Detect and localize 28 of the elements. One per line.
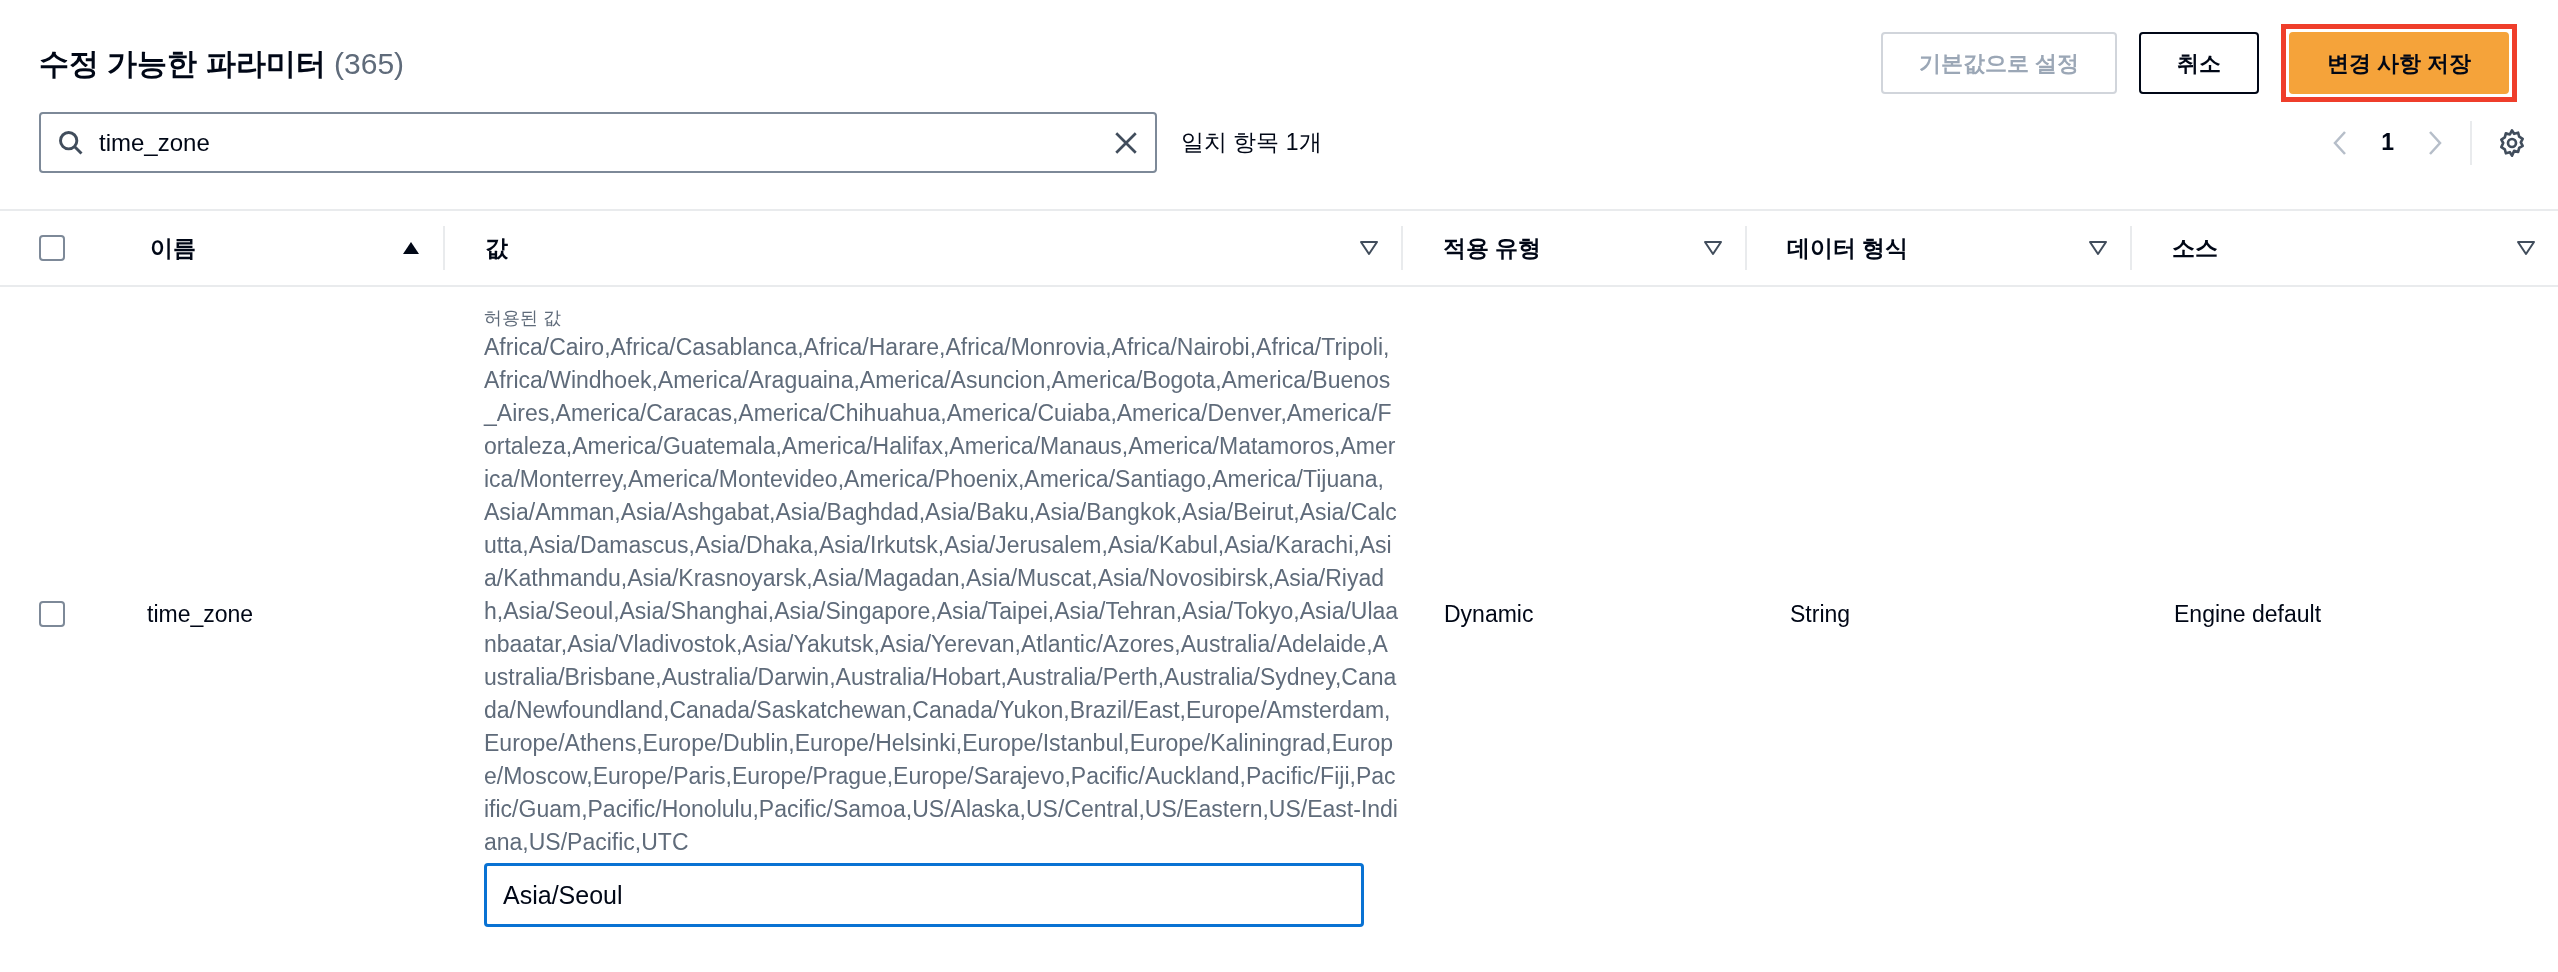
table-cell-text: Engine default xyxy=(2173,599,2323,629)
table-cell-text: Dynamic xyxy=(1443,599,1535,629)
column-header[interactable]: 이름 xyxy=(110,226,445,270)
sort-icon[interactable] xyxy=(2088,240,2108,256)
action-button[interactable]: 취소 xyxy=(2138,32,2259,94)
checkbox[interactable] xyxy=(39,601,65,627)
sort-icon[interactable] xyxy=(1703,240,1723,256)
allowed-values-label: 허용된 값 xyxy=(484,307,562,330)
column-header[interactable]: 소스 xyxy=(2132,226,2558,270)
search-input[interactable]: time_zone xyxy=(99,124,1099,161)
checkbox[interactable] xyxy=(39,235,65,261)
table-cell-text: String xyxy=(1789,599,1852,629)
parameter-count: (365) xyxy=(334,46,405,80)
search-field[interactable]: time_zone xyxy=(39,112,1157,173)
sort-icon[interactable] xyxy=(1359,240,1379,256)
action-button[interactable]: 변경 사항 저장 xyxy=(2288,32,2509,94)
sort-ascending-icon[interactable] xyxy=(401,240,421,256)
search-icon xyxy=(57,128,85,157)
table-cell-text: time_zone xyxy=(146,599,255,629)
page-number[interactable]: 1 xyxy=(2381,125,2394,160)
column-header[interactable]: 데이터 형식 xyxy=(1747,226,2132,270)
page-title: 수정 가능한 파라미터 (365) xyxy=(39,45,405,82)
allowed-values-text: Africa/Cairo,Africa/Casablanca,Africa/Harare,Africa/Monrovia,Africa/Nairobi,Africa/Tripoli,Africa/Windhoek,America/Araguaina,America/Asuncion,America/Bogota,America/Buenos_Aires,America/Caracas,America/Chihuahua,America/Cuiaba,America/Denver,America/Fortaleza,America/Guatemala,America/Halifax,America/Manaus,America/Matamoros,America/Monterrey,America/Montevideo,America/Phoenix,America/Santiago,America/Tijuana,Asia/Amman,Asia/Ashgabat,Asia/Baghdad,Asia/Baku,Asia/Bangkok,Asia/Beirut,Asia/Calcutta,Asia/Damascus,Asia/Dhaka,Asia/Irkutsk,Asia/Jerusalem,Asia/Kabul,Asia/Karachi,Asia/Kathmandu,Asia/Krasnoyarsk,Asia/Magadan,Asia/Muscat,Asia/Novosibirsk,Asia/Riyadh,Asia/Seoul,Asia/Shanghai,Asia/Singapore,Asia/Taipei,Asia/Tehran,Asia/Tokyo,Asia/Ulaanbaatar,Asia/Vladivostok,Asia/Yakutsk,Asia/Yerevan,Atlantic/Azores,Australia/Adelaide,Australia/Brisbane,Australia/Darwin,Australia/Hobart,Australia/Perth,Australia/Sydney,Canada/Newfoundland,Canada/Saskatchewan,Canada/Yukon,Brazil/East,Europe/Amsterdam,Europe/Athens,Europe/Dublin,Europe/Helsinki,Europe/Istanbul,Europe/Kaliningrad,Europe/Moscow,Europe/Paris,Europe/Prague,Europe/Sarajevo,Pacific/Auckland,Pacific/Fiji,Pacific/Guam,Pacific/Honolulu,Pacific/Samoa,US/Alaska,US/Central,US/Eastern,US/East-Indiana,US/Pacific,UTC xyxy=(484,333,1399,857)
match-count: 일치 항목 1개 xyxy=(1181,128,1322,158)
column-header[interactable]: 값 xyxy=(445,226,1403,270)
column-header[interactable]: 적용 유형 xyxy=(1403,226,1747,270)
value-input-field[interactable]: Asia/Seoul xyxy=(484,863,1364,927)
sort-icon[interactable] xyxy=(2516,240,2536,256)
